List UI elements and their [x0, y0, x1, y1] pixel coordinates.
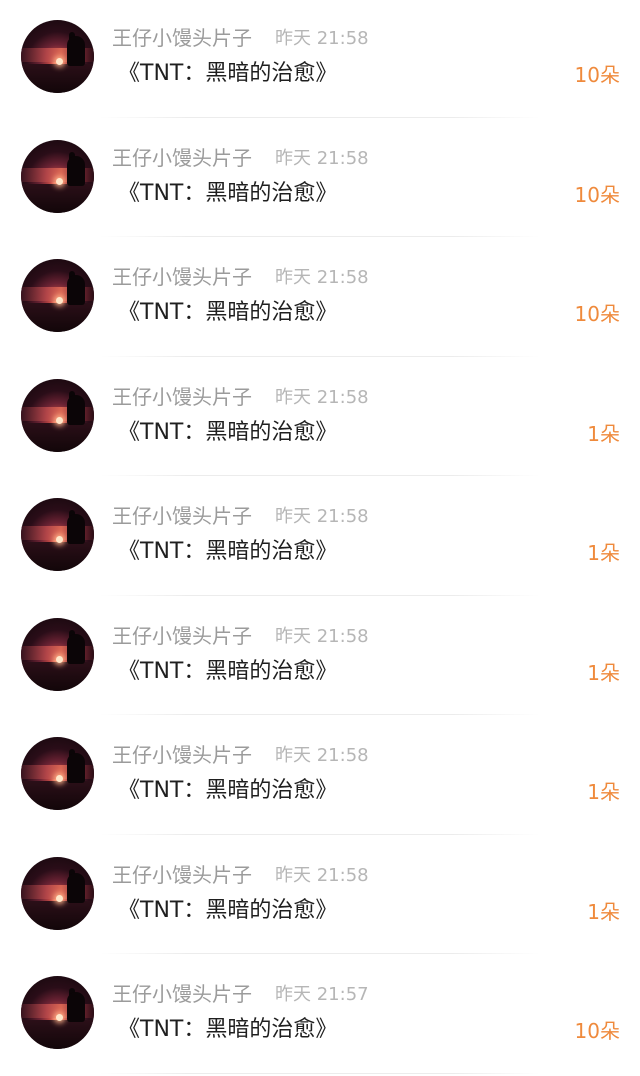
message-title: 《TNT：黑暗的治愈》 [118, 539, 338, 564]
list-item[interactable]: 王仔小馒头片子 昨天 21:58 《TNT：黑暗的治愈》 1朵 [0, 478, 640, 598]
message-title: 《TNT：黑暗的治愈》 [118, 61, 338, 86]
row-divider [100, 594, 540, 596]
timestamp: 昨天 21:58 [275, 745, 369, 766]
sender-name[interactable]: 王仔小馒头片子 [112, 741, 252, 769]
list-item[interactable]: 王仔小馒头片子 昨天 21:58 《TNT：黑暗的治愈》 10朵 [0, 120, 640, 240]
sender-name[interactable]: 王仔小馒头片子 [112, 144, 252, 172]
sender-name[interactable]: 王仔小馒头片子 [112, 622, 252, 650]
sender-name[interactable]: 王仔小馒头片子 [112, 263, 252, 291]
sender-name[interactable]: 王仔小馒头片子 [112, 24, 252, 52]
row-divider [100, 833, 540, 835]
timestamp: 昨天 21:58 [275, 267, 369, 288]
message-title: 《TNT：黑暗的治愈》 [118, 419, 338, 445]
message-title: 《TNT：黑暗的治愈》 [118, 1017, 338, 1042]
timestamp: 昨天 21:58 [275, 147, 369, 169]
list-item[interactable]: 王仔小馒头片子 昨天 21:58 《TNT：黑暗的治愈》 1朵 [0, 837, 640, 957]
list-item[interactable]: 王仔小馒头片子 昨天 21:58 《TNT：黑暗的治愈》 1朵 [0, 717, 640, 837]
list-item[interactable]: 王仔小馒头片子 昨天 21:58 《TNT：黑暗的治愈》 10朵 [0, 0, 640, 120]
avatar[interactable] [21, 20, 94, 93]
timestamp: 昨天 21:58 [275, 386, 369, 408]
row-divider [100, 475, 540, 476]
message-title: 《TNT：黑暗的治愈》 [118, 658, 338, 684]
list-item[interactable]: 王仔小馒头片子 昨天 21:57 《TNT：黑暗的治愈》 10朵 [0, 956, 640, 1076]
row-divider [100, 714, 540, 715]
list-item[interactable]: 王仔小馒头片子 昨天 21:58 《TNT：黑暗的治愈》 1朵 [0, 598, 640, 718]
sender-name[interactable]: 王仔小馒头片子 [112, 502, 252, 530]
message-title: 《TNT：黑暗的治愈》 [118, 300, 338, 325]
row-divider [100, 1072, 540, 1074]
avatar[interactable] [21, 139, 94, 213]
sender-name[interactable]: 王仔小馒头片子 [112, 383, 252, 411]
flower-count-badge: 10朵 [574, 1019, 620, 1043]
flower-count-badge: 1朵 [587, 660, 620, 685]
avatar[interactable] [21, 378, 94, 452]
row-divider [100, 953, 540, 954]
sender-name[interactable]: 王仔小馒头片子 [112, 980, 252, 1008]
list-item[interactable]: 王仔小馒头片子 昨天 21:58 《TNT：黑暗的治愈》 1朵 [0, 359, 640, 479]
timestamp: 昨天 21:58 [275, 864, 369, 886]
message-title: 《TNT：黑暗的治愈》 [118, 180, 338, 206]
flower-count-badge: 1朵 [587, 780, 620, 804]
timestamp: 昨天 21:58 [275, 625, 369, 647]
flower-count-badge: 1朵 [587, 899, 620, 924]
flower-count-badge: 10朵 [574, 63, 620, 87]
sender-name[interactable]: 王仔小馒头片子 [112, 861, 252, 889]
avatar[interactable] [21, 259, 94, 332]
message-title: 《TNT：黑暗的治愈》 [118, 897, 338, 923]
flower-count-badge: 10朵 [574, 302, 620, 326]
avatar[interactable] [21, 498, 94, 571]
timestamp: 昨天 21:58 [275, 28, 369, 49]
timestamp: 昨天 21:58 [275, 506, 369, 527]
message-title: 《TNT：黑暗的治愈》 [118, 778, 338, 803]
row-divider [100, 355, 540, 357]
avatar[interactable] [21, 976, 94, 1049]
avatar[interactable] [21, 856, 94, 930]
list-item[interactable]: 王仔小馒头片子 昨天 21:58 《TNT：黑暗的治愈》 10朵 [0, 239, 640, 359]
avatar[interactable] [21, 617, 94, 691]
row-divider [100, 236, 540, 237]
flower-count-badge: 10朵 [574, 182, 620, 207]
message-list: 王仔小馒头片子 昨天 21:58 《TNT：黑暗的治愈》 10朵 王仔小馒头片子… [0, 0, 640, 1076]
avatar[interactable] [21, 737, 94, 810]
row-divider [100, 116, 540, 118]
timestamp: 昨天 21:57 [275, 984, 369, 1005]
flower-count-badge: 1朵 [587, 421, 620, 446]
flower-count-badge: 1朵 [587, 541, 620, 565]
